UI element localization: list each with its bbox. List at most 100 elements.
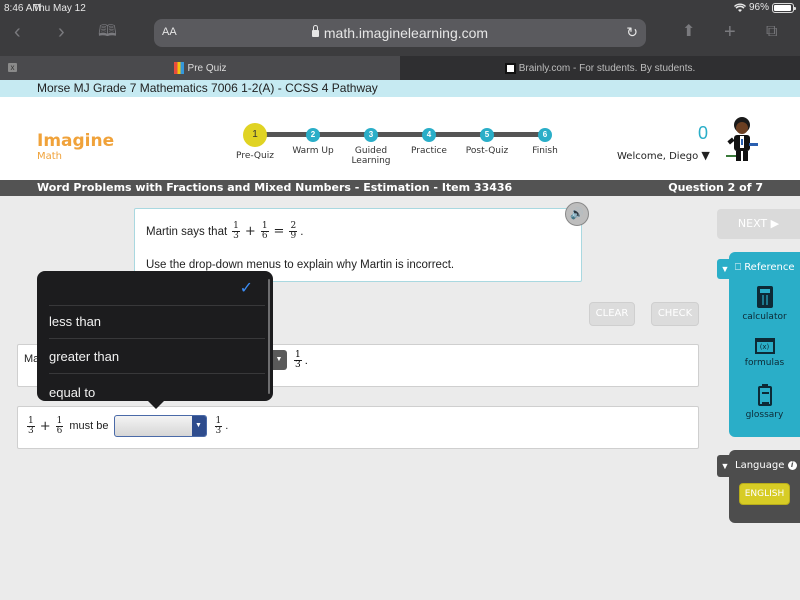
step-dot: 2 (306, 128, 320, 142)
close-tab-icon[interactable]: x (8, 63, 17, 72)
battery-fill (774, 4, 792, 11)
check-button[interactable]: CHECK (651, 302, 699, 326)
glossary-button[interactable]: glossary (729, 384, 800, 420)
wifi-icon (733, 3, 746, 12)
language-title: Language (735, 460, 785, 471)
bookmarks-icon[interactable]: 🕮 (98, 22, 117, 42)
brainly-favicon-icon (504, 62, 516, 74)
question-intro: Martin says that (146, 225, 228, 238)
battery-percent: 96% (748, 2, 769, 13)
glossary-icon (757, 384, 772, 406)
calculator-icon (756, 286, 773, 308)
numerator: 1 (27, 415, 35, 427)
new-tab-icon[interactable]: + (724, 22, 736, 42)
denominator: 3 (233, 231, 239, 241)
lesson-title-bar: Word Problems with Fractions and Mixed N… (0, 180, 800, 196)
question-instruction: Use the drop-down menus to explain why M… (146, 259, 455, 271)
english-button[interactable]: ENGLISH (739, 483, 790, 505)
period: . (225, 420, 229, 432)
fraction: 13 (294, 351, 302, 370)
option-blank[interactable]: ✓ (49, 271, 265, 306)
caret-down-icon[interactable]: ▼ (701, 149, 709, 162)
step-post-quiz: 5 Post-Quiz (457, 128, 517, 156)
reference-panel: ⎕ Reference calculator (x) formulas glos… (729, 252, 800, 437)
option-label: equal to (49, 385, 96, 400)
tab-brainly[interactable]: Brainly.com - For students. By students. (400, 56, 800, 80)
option-greater-than[interactable]: greater than (49, 339, 265, 374)
denominator: 6 (261, 231, 268, 241)
tab-bar: x Pre Quiz Brainly.com - For students. B… (0, 56, 800, 80)
formulas-button[interactable]: (x) formulas (729, 338, 800, 368)
dropdown-popover: ✓ less than greater than equal to (37, 271, 273, 409)
user-menu[interactable]: Welcome, Diego ▼ (617, 149, 710, 162)
course-title: Morse MJ Grade 7 Mathematics 7006 1-2(A)… (37, 81, 378, 95)
numerator: 1 (55, 415, 64, 427)
back-icon[interactable]: ‹ (14, 22, 21, 42)
status-date: Thu May 12 (33, 3, 86, 14)
speaker-icon[interactable]: 🔊 (565, 202, 589, 226)
info-icon[interactable]: i (787, 461, 797, 470)
must-be-text: must be (69, 420, 109, 432)
glossary-label: glossary (745, 410, 784, 420)
language-panel: Language i ENGLISH (729, 450, 800, 523)
step-label: Guided Learning (351, 146, 391, 166)
tabs-overview-icon[interactable]: ⧉ (766, 22, 777, 42)
reference-icon: ⎕ (735, 262, 741, 273)
fraction: 13 (214, 416, 223, 436)
step-dot: 3 (364, 128, 378, 142)
period: . (300, 225, 304, 238)
answer-row-2: 13 + 16 must be ▼ 13 . (17, 406, 699, 449)
calculator-button[interactable]: calculator (729, 286, 800, 322)
formulas-icon: (x) (754, 338, 775, 354)
option-equal-to[interactable]: equal to (49, 375, 265, 401)
imagine-favicon-icon (173, 62, 184, 74)
battery-icon (772, 2, 796, 13)
tab-label: Pre Quiz (187, 62, 227, 74)
reload-icon[interactable]: ↻ (626, 24, 638, 41)
step-guided-learning: 3 Guided Learning (341, 128, 401, 166)
url-display[interactable]: math.imaginelearning.com (154, 25, 646, 41)
reference-header[interactable]: ⎕ Reference (735, 262, 795, 273)
denominator: 6 (56, 425, 63, 436)
operator: + (39, 418, 51, 434)
option-label: less than (49, 314, 102, 329)
row1-dropdown-arrow[interactable]: ▼ (271, 350, 287, 370)
avatar[interactable] (724, 115, 760, 165)
option-less-than[interactable]: less than (49, 304, 265, 339)
popover-scrollbar[interactable] (268, 279, 270, 394)
denominator: 9 (290, 231, 297, 241)
answer-row-content: 13 + 16 must be ▼ 13 . (24, 415, 228, 437)
popover-pointer (147, 400, 165, 409)
fraction: 29 (289, 222, 298, 241)
tab-pre-quiz[interactable]: x Pre Quiz (0, 56, 400, 80)
operator: = (273, 224, 285, 239)
language-collapse-toggle[interactable]: ▼ (717, 455, 733, 477)
address-bar[interactable]: AA math.imaginelearning.com ↻ (154, 19, 646, 47)
fraction: 16 (55, 415, 64, 436)
forward-icon[interactable]: › (58, 22, 65, 42)
clear-button[interactable]: CLEAR (589, 302, 635, 326)
language-header: Language i (735, 460, 797, 471)
dropdown-arrow-icon[interactable]: ▼ (191, 416, 206, 436)
step-label: Post-Quiz (465, 146, 509, 156)
option-label: greater than (49, 349, 120, 364)
logo-math: Math (37, 151, 63, 162)
row1-fraction-group: 13 . (291, 351, 308, 370)
step-label: Practice (411, 146, 447, 156)
formulas-label: formulas (744, 358, 785, 368)
step-dot: 5 (480, 128, 494, 142)
next-button[interactable]: NEXT ▶ (717, 209, 800, 239)
comparison-dropdown[interactable]: ▼ (113, 415, 207, 437)
denominator: 3 (28, 425, 34, 436)
share-icon[interactable]: ⬆ (682, 22, 695, 42)
reference-collapse-toggle[interactable]: ▼ (717, 259, 733, 279)
step-pre-quiz: 1 Pre-Quiz (225, 123, 285, 161)
step-label: Finish (532, 146, 558, 156)
step-dot: 1 (243, 123, 267, 147)
question-counter: Question 2 of 7 (668, 181, 763, 194)
fraction: 13 (232, 222, 240, 241)
question-statement: Martin says that 13 + 16 = 29 . (146, 222, 303, 241)
denominator: 3 (295, 360, 301, 370)
browser-chrome: 8:46 AM Thu May 12 96% ‹ › 🕮 AA math.ima… (0, 0, 800, 56)
lock-icon (311, 25, 319, 37)
